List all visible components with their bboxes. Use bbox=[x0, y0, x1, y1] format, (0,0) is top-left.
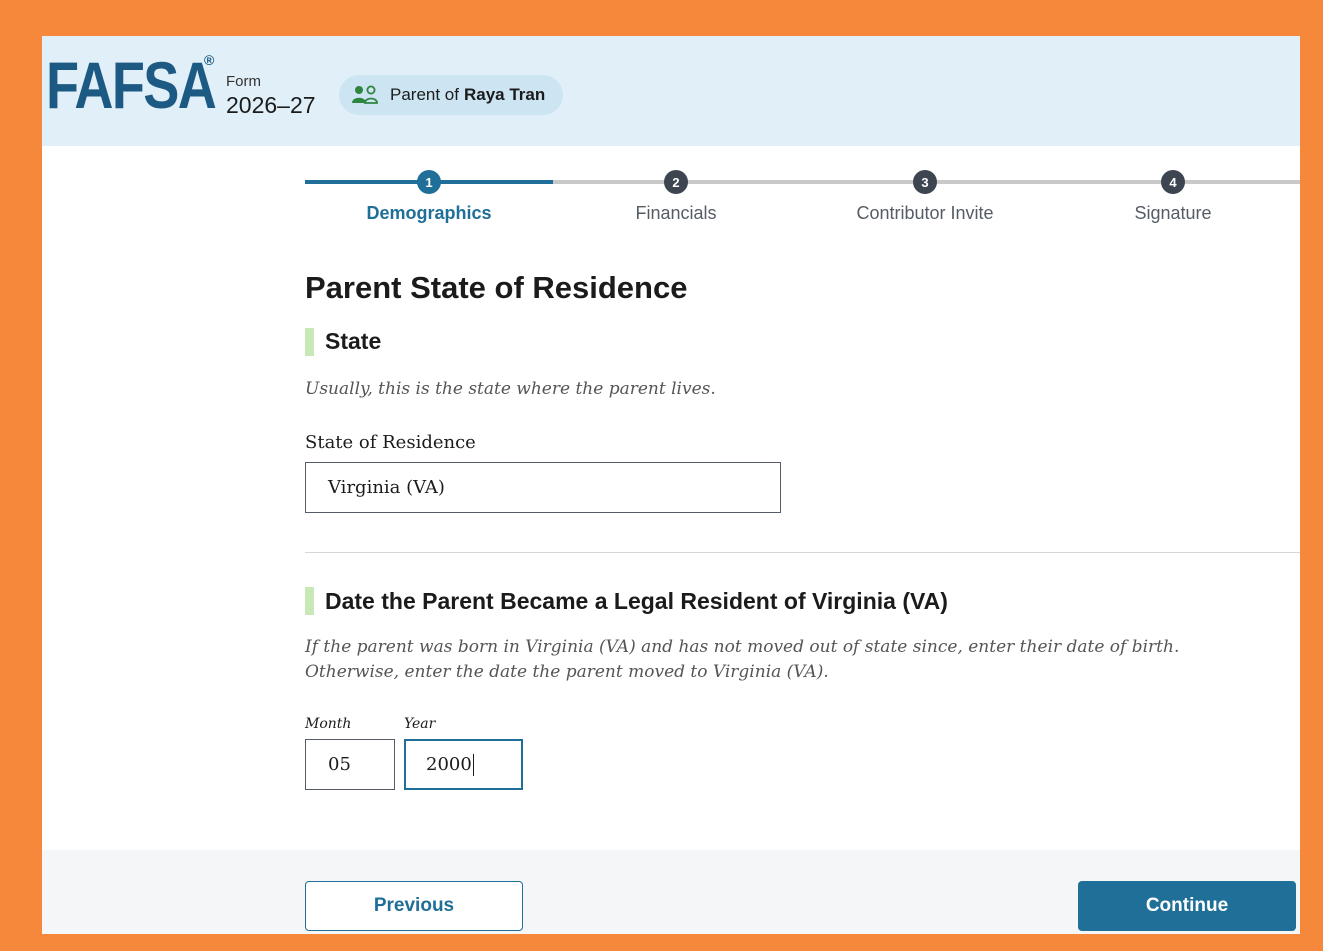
year-input-value: 2000 bbox=[426, 754, 472, 775]
date-hint-line-1: If the parent was born in Virginia (VA) … bbox=[305, 637, 1180, 657]
text-cursor bbox=[472, 753, 474, 776]
step-1-label: Demographics bbox=[366, 203, 492, 223]
form-year: 2026–27 bbox=[226, 92, 316, 118]
step-2-label: Financials bbox=[635, 203, 717, 223]
page-frame: FAFSA ® Form 2026–27 Parent of Raya Tran… bbox=[42, 36, 1300, 934]
step-3-label: Contributor Invite bbox=[856, 203, 994, 223]
fafsa-logo[interactable]: FAFSA bbox=[46, 40, 217, 130]
step-3-indicator: 3 bbox=[913, 170, 937, 194]
step-1-indicator: 1 bbox=[417, 170, 441, 194]
date-hint-line-2: Otherwise, enter the date the parent mov… bbox=[305, 662, 829, 682]
section-divider bbox=[305, 552, 1300, 553]
page-title: Parent State of Residence bbox=[305, 270, 688, 305]
header: FAFSA ® Form 2026–27 Parent of Raya Tran bbox=[42, 36, 1300, 146]
month-input[interactable]: 05 bbox=[305, 739, 395, 790]
step-2-indicator: 2 bbox=[664, 170, 688, 194]
state-input-value: Virginia (VA) bbox=[328, 477, 445, 498]
student-name: Raya Tran bbox=[464, 85, 546, 104]
month-input-value: 05 bbox=[328, 754, 351, 775]
people-icon bbox=[352, 85, 378, 104]
state-hint: Usually, this is the state where the par… bbox=[305, 379, 716, 399]
month-label: Month bbox=[305, 716, 352, 732]
step-4-label: Signature bbox=[1134, 203, 1212, 223]
form-label: Form bbox=[226, 73, 261, 90]
state-section-accent bbox=[305, 328, 314, 356]
year-input[interactable]: 2000 bbox=[404, 739, 523, 790]
step-4-indicator: 4 bbox=[1161, 170, 1185, 194]
role-prefix: Parent of bbox=[390, 85, 459, 104]
date-section-title: Date the Parent Became a Legal Resident … bbox=[325, 588, 948, 614]
date-section-accent bbox=[305, 587, 314, 615]
previous-button[interactable]: Previous bbox=[305, 881, 523, 931]
state-input[interactable]: Virginia (VA) bbox=[305, 462, 781, 513]
role-badge: Parent of Raya Tran bbox=[339, 75, 563, 115]
registered-mark: ® bbox=[204, 52, 215, 68]
continue-button[interactable]: Continue bbox=[1078, 881, 1296, 931]
state-field-label: State of Residence bbox=[305, 432, 476, 453]
year-label: Year bbox=[404, 716, 436, 732]
state-section-title: State bbox=[325, 328, 382, 354]
